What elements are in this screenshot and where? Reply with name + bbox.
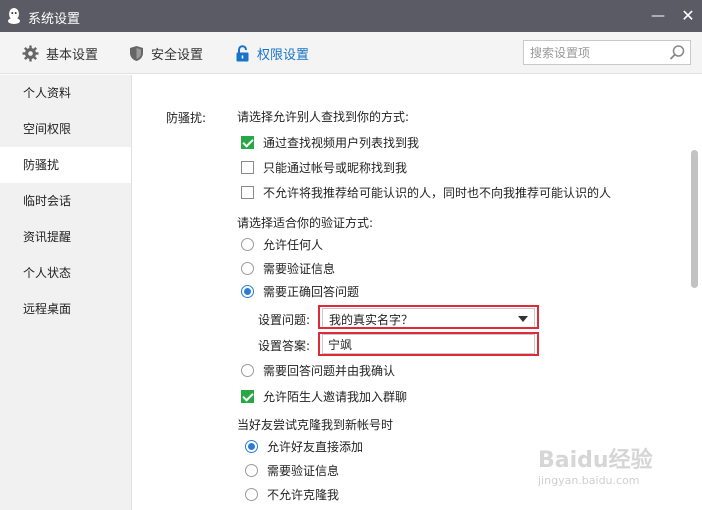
checkbox[interactable] — [241, 136, 254, 149]
search-icon[interactable] — [669, 44, 686, 61]
verify-option-need-info[interactable]: 需要验证信息 — [241, 260, 335, 277]
find-heading: 请选择允许别人查找到你的方式: — [237, 110, 410, 124]
radio[interactable] — [245, 440, 258, 453]
section-label: 防骚扰: — [166, 111, 207, 125]
settings-sidebar: 个人资料 空间权限 防骚扰 临时会话 资讯提醒 个人状态 远程桌面 — [0, 75, 132, 510]
window-title: 系统设置 — [28, 12, 81, 27]
verify-option-answer-question[interactable]: 需要正确回答问题 — [241, 283, 359, 300]
radio[interactable] — [245, 488, 258, 501]
sidebar-item-news-reminder[interactable]: 资讯提醒 — [0, 219, 131, 255]
tab-permission-settings[interactable]: 权限设置 — [235, 42, 309, 64]
gear-icon — [22, 45, 39, 61]
sidebar-item-remote-desktop[interactable]: 远程桌面 — [0, 291, 131, 327]
checkbox[interactable] — [241, 186, 254, 199]
answer-field[interactable] — [322, 334, 535, 354]
sidebar-item-personal-status[interactable]: 个人状态 — [0, 255, 131, 291]
verify-option-anyone[interactable]: 允许任何人 — [241, 236, 323, 253]
tab-label: 权限设置 — [257, 47, 310, 63]
sidebar-item-space-permission[interactable]: 空间权限 — [0, 111, 131, 147]
qq-logo-icon — [8, 8, 20, 24]
search-input[interactable] — [530, 43, 664, 62]
checkbox[interactable] — [241, 390, 254, 403]
scrollbar-track[interactable] — [686, 75, 702, 510]
tab-security-settings[interactable]: 安全设置 — [129, 42, 203, 64]
answer-label: 设置答案: — [258, 339, 311, 353]
clone-heading: 当好友尝试克隆我到新帐号时 — [237, 418, 394, 432]
radio[interactable] — [241, 262, 254, 275]
close-button[interactable]: ✕ — [678, 6, 698, 26]
tab-basic-settings[interactable]: 基本设置 — [22, 42, 98, 64]
sidebar-item-profile[interactable]: 个人资料 — [0, 75, 131, 111]
title-bar: 系统设置 — ✕ — [0, 0, 702, 32]
verify-option-answer-confirm[interactable]: 需要回答问题并由我确认 — [241, 362, 395, 379]
verify-heading: 请选择适合你的验证方式: — [237, 216, 374, 230]
lock-icon — [236, 44, 249, 61]
clone-option-allow[interactable]: 允许好友直接添加 — [245, 438, 363, 455]
radio[interactable] — [245, 464, 258, 477]
baidu-watermark: Baidu经验 jingyan.baidu.com — [538, 448, 653, 488]
clone-option-need-info[interactable]: 需要验证信息 — [245, 462, 339, 479]
question-select-value: 我的真实名字？ — [329, 313, 414, 327]
find-option-no-recommend[interactable]: 不允许将我推荐给可能认识的人，同时也不向我推荐可能认识的人 — [241, 184, 611, 201]
minimize-button[interactable]: — — [648, 6, 668, 26]
settings-search-box[interactable] — [523, 40, 691, 65]
find-option-account-only[interactable]: 只能通过帐号或昵称找到我 — [241, 159, 407, 176]
tab-label: 基本设置 — [46, 47, 99, 63]
shield-icon — [130, 45, 143, 61]
radio[interactable] — [241, 285, 254, 298]
radio[interactable] — [241, 238, 254, 251]
sidebar-item-anti-harassment[interactable]: 防骚扰 — [0, 147, 131, 183]
answer-input[interactable] — [323, 335, 534, 353]
question-label: 设置问题: — [258, 313, 311, 327]
scrollbar-thumb[interactable] — [691, 150, 698, 288]
radio[interactable] — [241, 364, 254, 377]
tab-label: 安全设置 — [151, 47, 204, 63]
settings-content: 防骚扰: 请选择允许别人查找到你的方式: 通过查找视频用户列表找到我 只能通过帐… — [133, 75, 702, 510]
checkbox[interactable] — [241, 161, 254, 174]
question-select[interactable]: 我的真实名字？ — [322, 308, 535, 328]
clone-option-disallow[interactable]: 不允许克隆我 — [245, 486, 339, 503]
group-invite-option[interactable]: 允许陌生人邀请我加入群聊 — [241, 388, 407, 405]
sidebar-item-temp-session[interactable]: 临时会话 — [0, 183, 131, 219]
chevron-down-icon[interactable] — [518, 316, 528, 322]
find-option-video-list[interactable]: 通过查找视频用户列表找到我 — [241, 134, 419, 151]
